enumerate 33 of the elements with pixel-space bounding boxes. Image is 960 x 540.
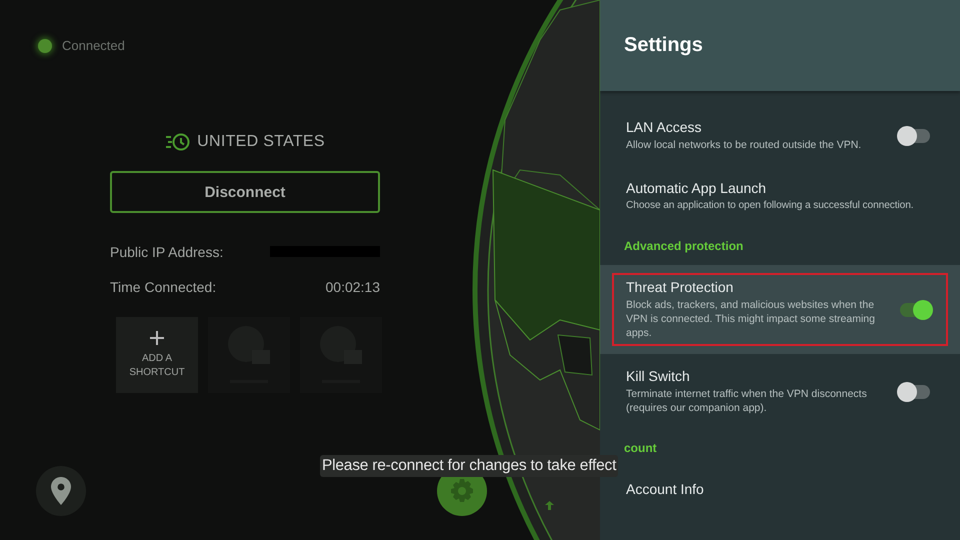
gulf-water-area: [557, 334, 593, 376]
setting-row[interactable]: LAN Access Allow local networks to be routed outside the VPN.: [600, 105, 960, 166]
info-value: 00:02:13: [326, 278, 380, 294]
clock-speed-icon: [165, 133, 192, 151]
country-name: UNITED STATES: [197, 133, 325, 151]
reconnect-toast: Please re-connect for changes to take effect: [320, 455, 618, 477]
small-arrow-icon: [545, 500, 554, 510]
setting-title: Automatic App Launch: [626, 180, 768, 196]
setting-row[interactable]: Automatic App Launch Choose an application to open following a successful connection.: [600, 166, 960, 227]
setting-title: Account Info: [626, 481, 705, 497]
setting-title: LAN Access: [626, 119, 702, 135]
setting-description: Choose an application to open following a successful connection.: [626, 199, 915, 213]
setting-description: Terminate internet traffic when the VPN disconnects (requires our companion app).: [626, 387, 868, 415]
settings-icon: [449, 478, 475, 504]
toggle-switch[interactable]: [900, 128, 930, 142]
toggle-switch[interactable]: [900, 302, 930, 316]
setting-title: Kill Switch: [626, 368, 691, 384]
setting-row[interactable]: Threat Protection Block ads, trackers, and malicious websites when the VPN is connected. This might impact some streaming apps.: [600, 265, 960, 354]
location-pin-icon: [51, 477, 71, 505]
disconnect-button[interactable]: Disconnect: [110, 171, 380, 213]
status-label: Connected: [62, 38, 125, 53]
setting-title: Threat Protection: [626, 279, 734, 295]
plus-icon: [149, 330, 165, 346]
setting-description: Allow local networks to be routed outside the VPN.: [626, 138, 862, 152]
info-label: Public IP Address:: [110, 244, 224, 260]
section-header: Advanced protection: [623, 238, 744, 255]
setting-description: Block ads, trackers, and malicious websites when the VPN is connected. This might impact some streaming apps.: [626, 298, 876, 340]
settings-title: Settings: [624, 34, 703, 56]
location-button[interactable]: [36, 466, 86, 516]
toggle-switch[interactable]: [900, 384, 930, 398]
add-shortcut-tile[interactable]: ADD A SHORTCUT: [116, 317, 198, 393]
setting-row[interactable]: Kill Switch Terminate internet traffic when the VPN disconnects (requires our companion app).: [600, 354, 960, 429]
info-label: Time Connected:: [110, 278, 216, 294]
